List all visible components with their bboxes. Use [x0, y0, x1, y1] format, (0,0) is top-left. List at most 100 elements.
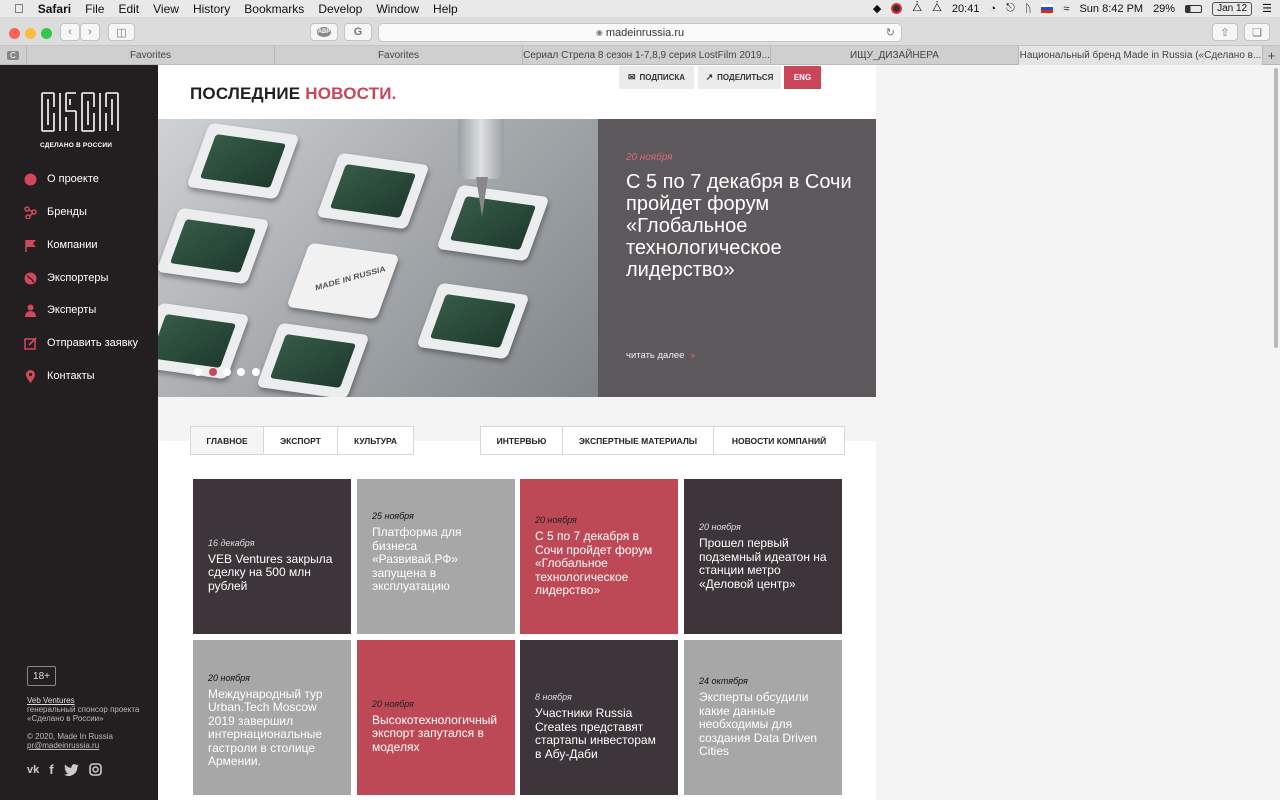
grammarly-button[interactable]: G: [344, 23, 372, 41]
news-card[interactable]: 16 декабря VEB Ventures закрыла сделку н…: [193, 479, 351, 634]
zoom-window-button[interactable]: [41, 28, 52, 39]
slider-dot-5[interactable]: [252, 368, 260, 376]
pcb-chip-image: [256, 322, 370, 397]
filter-export-tab[interactable]: ЭКСПОРТ: [264, 427, 338, 454]
hero-slider[interactable]: MADE IN RUSSIA 20 ноября С 5 по 7 декабр…: [158, 119, 876, 397]
back-button[interactable]: ‹: [60, 23, 80, 41]
map-pin-icon: [24, 369, 37, 383]
share-button[interactable]: ⇧: [1212, 23, 1238, 41]
tab-bar: C Favorites Favorites Сериал Стрела 8 се…: [0, 46, 1280, 65]
safari-toolbar: ‹ › ◫ ABP G ◉ madeinrussia.ru ↻ ⇧ ❏: [0, 17, 1280, 46]
read-more-link[interactable]: читать далее »: [626, 350, 695, 361]
filter-company-news-tab[interactable]: НОВОСТИ КОМПАНИЙ: [714, 427, 844, 454]
tab-lostfilm[interactable]: Сериал Стрела 8 сезон 1-7,8,9 серия Lost…: [522, 46, 770, 65]
subscribe-button[interactable]: ✉ ПОДПИСКА: [619, 66, 694, 89]
status-icon[interactable]: ⧊: [932, 2, 942, 15]
sidebar-item-contacts[interactable]: Контакты: [24, 368, 95, 384]
menu-bookmarks[interactable]: Bookmarks: [244, 2, 304, 16]
address-bar[interactable]: ◉ madeinrussia.ru ↻: [378, 23, 902, 42]
sidebar-item-exporters[interactable]: Экспортеры: [24, 270, 108, 286]
tab-designer[interactable]: ИЩУ_ДИЗАЙНЕРА: [770, 46, 1018, 65]
sidebar-item-companies[interactable]: Компании: [24, 237, 98, 253]
news-card[interactable]: 24 октября Эксперты обсудили какие данны…: [684, 640, 842, 795]
news-card[interactable]: 20 ноября Высокотехнологичный экспорт за…: [357, 640, 515, 795]
share-site-button[interactable]: ↗ ПОДЕЛИТЬСЯ: [698, 66, 781, 89]
pinned-tab[interactable]: C: [0, 46, 26, 65]
facebook-icon[interactable]: f: [49, 762, 53, 777]
news-card[interactable]: 20 ноября С 5 по 7 декабря в Сочи пройде…: [520, 479, 678, 634]
filter-culture-tab[interactable]: КУЛЬТУРА: [338, 427, 413, 454]
info-circle-icon: [24, 173, 37, 186]
news-date: 16 декабря: [208, 537, 255, 548]
scrollbar-thumb[interactable]: [1274, 68, 1278, 348]
pcb-chip-image: [436, 184, 550, 262]
sidebar-item-apply[interactable]: Отправить заявку: [24, 335, 138, 351]
filter-main-tab[interactable]: ГЛАВНОЕ: [191, 427, 264, 454]
slider-dot-1[interactable]: [194, 368, 202, 376]
slider-dot-3[interactable]: [223, 368, 231, 376]
menu-view[interactable]: View: [153, 2, 179, 16]
news-title: Высокотехнологичный экспорт запутался в …: [372, 712, 498, 754]
pcb-chip-image: [158, 302, 250, 380]
date-badge[interactable]: Jan 12: [1212, 1, 1253, 16]
site-logo[interactable]: СДЕЛАНО В РОССИИ: [40, 89, 120, 149]
menu-file[interactable]: File: [85, 2, 104, 16]
slider-dot-4[interactable]: [237, 368, 245, 376]
pin-icon[interactable]: ⧊: [912, 2, 922, 15]
bluetooth-icon[interactable]: ᚢ: [1025, 3, 1032, 15]
show-tabs-button[interactable]: ❏: [1244, 23, 1270, 41]
minimize-window-button[interactable]: [25, 28, 36, 39]
menu-edit[interactable]: Edit: [118, 2, 139, 16]
news-card[interactable]: 8 ноября Участники Russia Creates предст…: [520, 640, 678, 795]
sponsor-link[interactable]: Veb Ventures: [27, 696, 75, 705]
tab-favorites-1[interactable]: Favorites: [26, 46, 274, 65]
notification-app-icon[interactable]: [891, 3, 903, 14]
dropbox-icon[interactable]: ◆: [873, 2, 881, 15]
datetime-text[interactable]: Sun 8:42 PM: [1079, 3, 1143, 15]
news-card[interactable]: 20 ноября Международный тур Urban.Tech M…: [193, 640, 351, 795]
news-card[interactable]: 25 ноября Платформа для бизнеса «Развива…: [357, 479, 515, 634]
sidebar-item-experts[interactable]: Эксперты: [24, 302, 96, 318]
instagram-icon[interactable]: [88, 763, 102, 776]
slider-dot-2-active[interactable]: [209, 368, 217, 376]
activity-icon[interactable]: ◔: [989, 3, 996, 15]
new-tab-button[interactable]: +: [1262, 46, 1280, 65]
language-eng-button[interactable]: ENG: [784, 66, 821, 89]
reload-icon[interactable]: ↻: [886, 26, 895, 39]
forward-button[interactable]: ›: [80, 23, 100, 41]
hero-date: 20 ноября: [626, 152, 673, 163]
filter-interview-tab[interactable]: ИНТЕРВЬЮ: [481, 427, 563, 454]
menu-help[interactable]: Help: [433, 2, 458, 16]
filter-expert-materials-tab[interactable]: ЭКСПЕРТНЫЕ МАТЕРИАЛЫ: [563, 427, 714, 454]
menu-history[interactable]: History: [193, 2, 230, 16]
sidebar-toggle-button[interactable]: ◫: [108, 23, 135, 41]
contact-email-link[interactable]: pr@madeinrussia.ru: [27, 741, 99, 750]
sidebar-item-brands[interactable]: Бренды: [24, 204, 87, 220]
tab-madeinrussia[interactable]: Национальный бренд Made in Russia («Сдел…: [1018, 46, 1262, 65]
sidebar-item-about[interactable]: О проекте: [24, 171, 99, 187]
wifi-icon[interactable]: ≈: [1063, 3, 1069, 15]
tabs-icon: ❏: [1252, 26, 1262, 39]
flag-input-icon[interactable]: [1041, 4, 1054, 13]
battery-text[interactable]: 29%: [1153, 3, 1175, 15]
sidebar-icon: ◫: [116, 26, 127, 39]
url-text: madeinrussia.ru: [605, 26, 685, 39]
menu-list-icon[interactable]: ☰: [1262, 2, 1272, 15]
share-nodes-icon: [24, 205, 37, 219]
news-date: 8 ноября: [535, 692, 572, 702]
logo-mark-icon: [41, 92, 119, 132]
clock-text[interactable]: 20:41: [952, 3, 980, 15]
menu-window[interactable]: Window: [376, 2, 419, 16]
tab-favorites-2[interactable]: Favorites: [274, 46, 522, 65]
vk-icon[interactable]: vk: [27, 764, 39, 776]
hero-headline[interactable]: С 5 по 7 декабря в Сочи пройдет форум «Г…: [626, 171, 866, 281]
adblock-button[interactable]: ABP: [310, 23, 338, 41]
cast-icon[interactable]: ⎋: [1006, 2, 1015, 15]
apple-menu-icon[interactable]: : [14, 1, 24, 16]
news-card[interactable]: 20 ноября Прошел первый подземный идеато…: [684, 479, 842, 634]
twitter-icon[interactable]: [63, 763, 79, 776]
menu-develop[interactable]: Develop: [318, 2, 362, 16]
menu-app-name[interactable]: Safari: [38, 2, 71, 16]
battery-icon[interactable]: [1185, 4, 1203, 13]
close-window-button[interactable]: [9, 28, 20, 39]
